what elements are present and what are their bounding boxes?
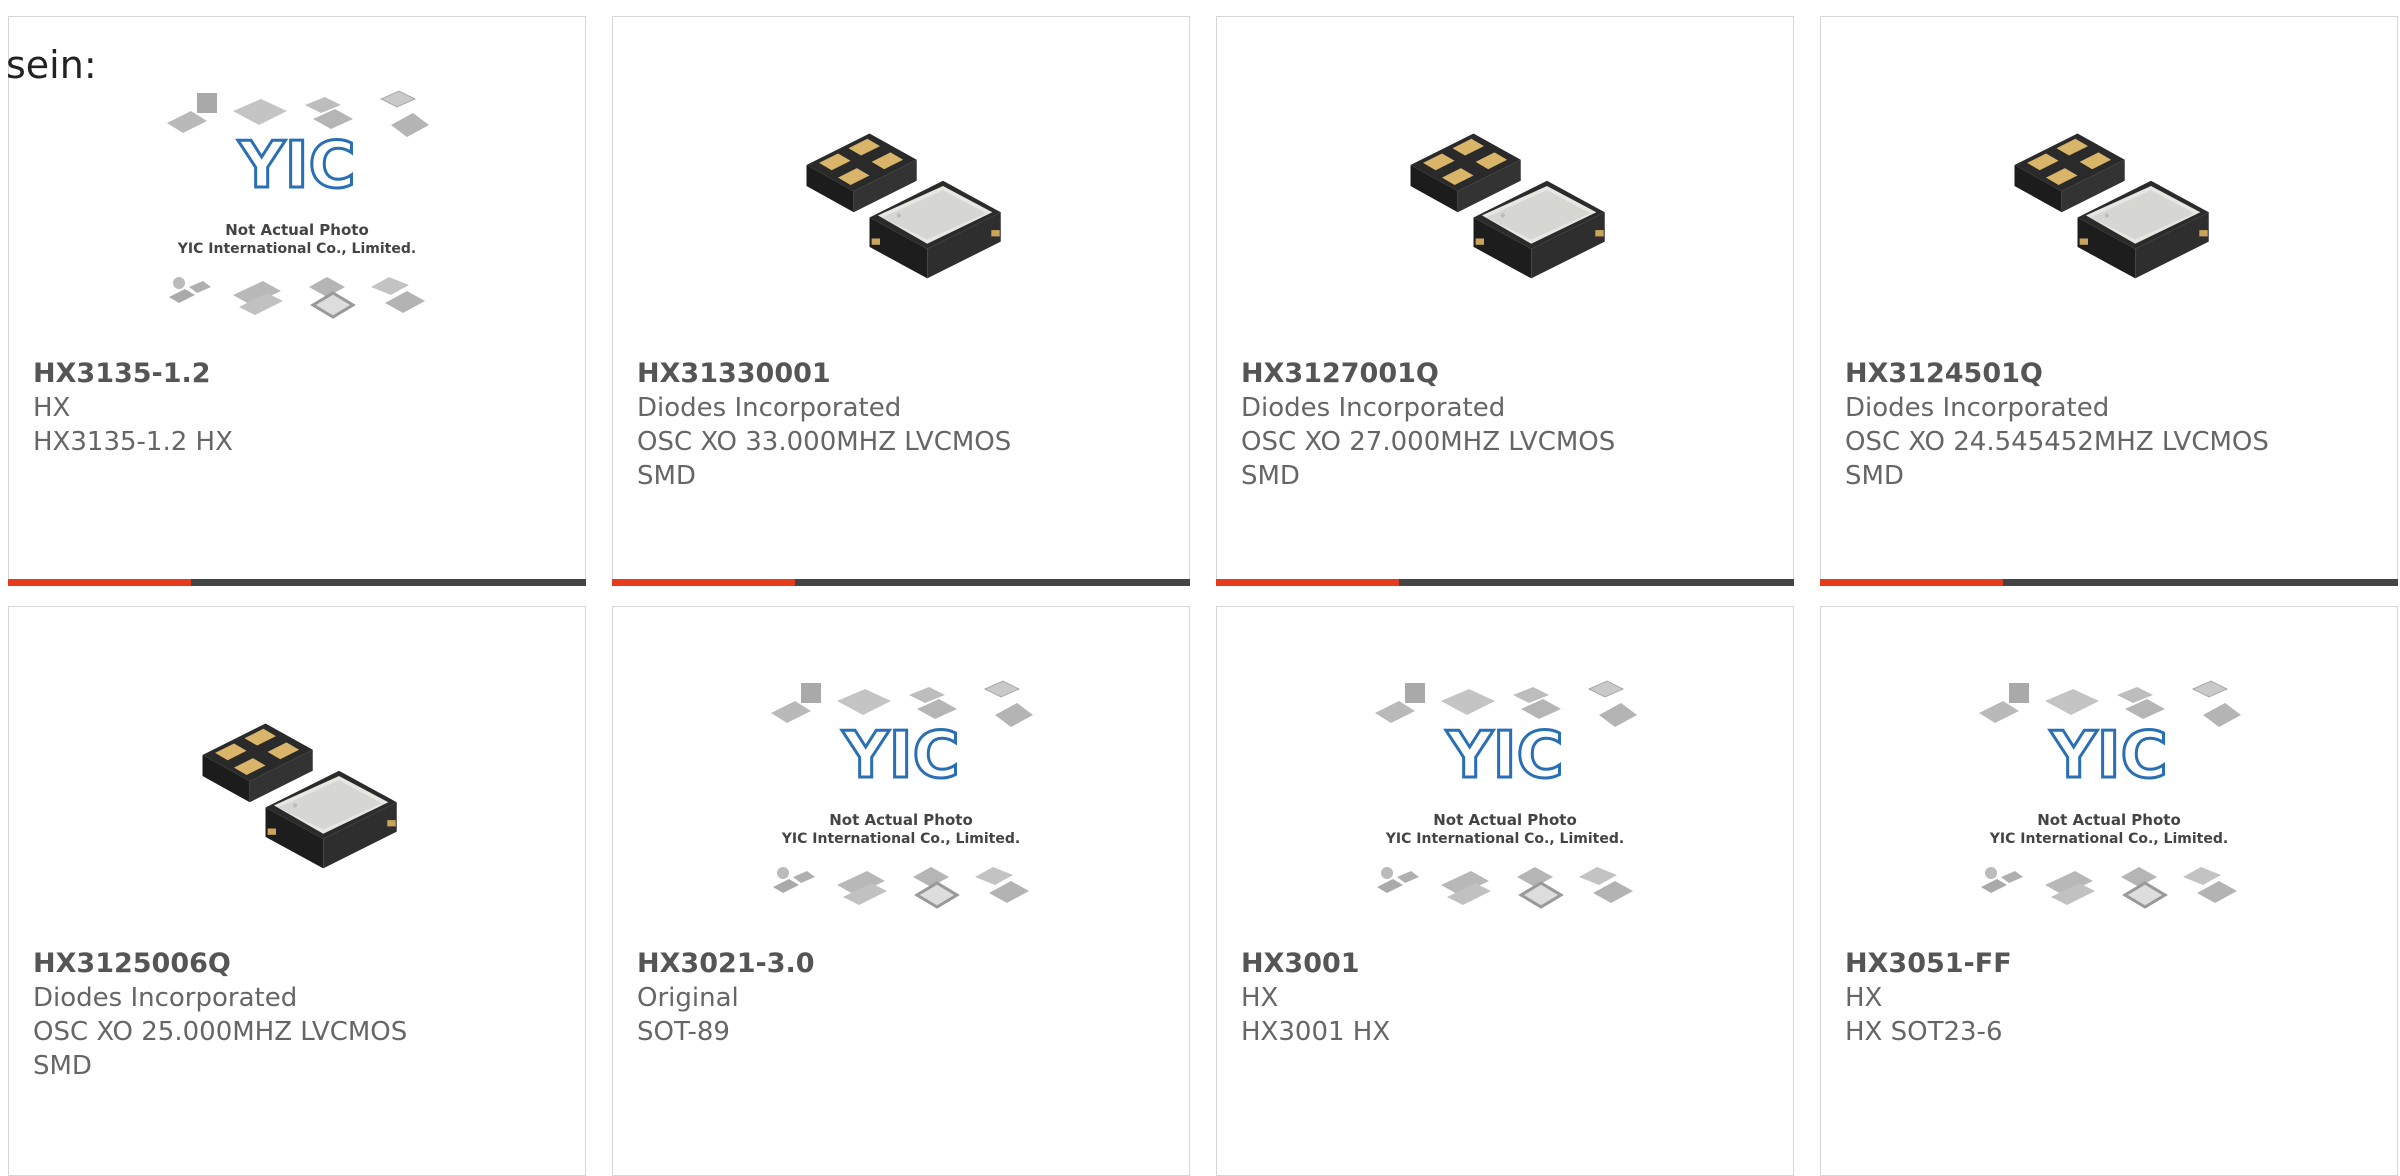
smd-crystal-oscillator-image [806, 133, 1001, 279]
product-info: HX3051-FF HX HX SOT23-6 [1845, 947, 2377, 1049]
product-manufacturer: Diodes Incorporated [33, 983, 298, 1013]
product-info: HX31330001 Diodes Incorporated OSC XO 33.0… [637, 357, 1169, 493]
product-card[interactable]: YIC Not Actual Photo YIC International C… [8, 16, 586, 586]
placeholder-caption-line1: Not Actual Photo [829, 811, 973, 829]
card-hover-bar-accent [1820, 579, 2003, 586]
product-manufacturer: HX [33, 393, 71, 423]
product-manufacturer: Diodes Incorporated [1241, 393, 1506, 423]
product-description: OSC XO 33.000MHZ LVCMOS [637, 427, 1012, 457]
product-thumbnail[interactable] [1217, 87, 1793, 327]
product-info: HX3021-3.0 Original SOT-89 [637, 947, 1169, 1049]
product-part-number[interactable]: HX3127001Q [1241, 357, 1773, 391]
product-info: HX3125006Q Diodes Incorporated OSC XO 25.0… [33, 947, 565, 1083]
product-info: HX3127001Q Diodes Incorporated OSC XO 27.0… [1241, 357, 1773, 493]
placeholder-caption-line1: Not Actual Photo [2037, 811, 2181, 829]
smd-crystal-oscillator-image [202, 723, 397, 869]
card-hover-bar [1820, 579, 2398, 586]
product-description: SMD [1241, 461, 1300, 491]
product-part-number[interactable]: HX3125006Q [33, 947, 565, 981]
product-part-number[interactable]: HX3124501Q [1845, 357, 2377, 391]
placeholder-caption-line1: Not Actual Photo [1433, 811, 1577, 829]
product-description: HX3135-1.2 HX [33, 427, 233, 457]
product-thumbnail[interactable] [613, 87, 1189, 327]
yic-logo: YIC [841, 719, 959, 793]
product-grid: YIC Not Actual Photo YIC International C… [0, 0, 2400, 1176]
product-info: HX3001 HX HX3001 HX [1241, 947, 1773, 1049]
card-hover-bar [8, 579, 586, 586]
product-part-number[interactable]: HX31330001 [637, 357, 1169, 391]
product-part-number[interactable]: HX3021-3.0 [637, 947, 1169, 981]
product-part-number[interactable]: HX3135-1.2 [33, 357, 565, 391]
product-description: OSC XO 24.545452MHZ LVCMOS [1845, 427, 2269, 457]
not-actual-photo-image: YIC Not Actual Photo YIC International C… [771, 680, 1033, 909]
product-part-number[interactable]: HX3051-FF [1845, 947, 2377, 981]
placeholder-caption-line1: Not Actual Photo [225, 221, 369, 239]
product-manufacturer: HX [1845, 983, 1883, 1013]
product-thumbnail[interactable]: YIC Not Actual Photo YIC International C… [1217, 677, 1793, 917]
product-info: HX3135-1.2 HX HX3135-1.2 HX [33, 357, 565, 459]
placeholder-caption-line2: YIC International Co., Limited. [1385, 831, 1624, 847]
product-card[interactable]: YIC Not Actual Photo YIC International C… [612, 606, 1190, 1176]
placeholder-caption-line2: YIC International Co., Limited. [1989, 831, 2228, 847]
product-manufacturer: HX [1241, 983, 1279, 1013]
product-description: HX SOT23-6 [1845, 1017, 2003, 1047]
not-actual-photo-image: YIC Not Actual Photo YIC International C… [1375, 680, 1637, 909]
product-description: SMD [1845, 461, 1904, 491]
card-hover-bar-accent [1216, 579, 1399, 586]
yic-logo: YIC [1445, 719, 1563, 793]
product-card[interactable]: HX3125006Q Diodes Incorporated OSC XO 25.0… [8, 606, 586, 1176]
smd-crystal-oscillator-image [2014, 133, 2209, 279]
product-manufacturer: Original [637, 983, 739, 1013]
product-thumbnail[interactable]: YIC Not Actual Photo YIC International C… [9, 87, 585, 327]
product-card[interactable]: YIC Not Actual Photo YIC International C… [1820, 606, 2398, 1176]
smd-crystal-oscillator-image [1410, 133, 1605, 279]
product-description: SOT-89 [637, 1017, 730, 1047]
product-card[interactable]: HX31330001 Diodes Incorporated OSC XO 33.0… [612, 16, 1190, 586]
product-part-number[interactable]: HX3001 [1241, 947, 1773, 981]
not-actual-photo-image: YIC Not Actual Photo YIC International C… [167, 90, 429, 319]
product-thumbnail[interactable]: YIC Not Actual Photo YIC International C… [613, 677, 1189, 917]
page-prefix-text: sein: [6, 43, 97, 87]
product-thumbnail[interactable] [1821, 87, 2397, 327]
product-info: HX3124501Q Diodes Incorporated OSC XO 24.5… [1845, 357, 2377, 493]
product-card[interactable]: YIC Not Actual Photo YIC International C… [1216, 606, 1794, 1176]
yic-logo: YIC [2049, 719, 2167, 793]
product-thumbnail[interactable] [9, 677, 585, 917]
yic-logo: YIC [237, 129, 355, 203]
card-hover-bar-accent [8, 579, 191, 586]
card-hover-bar [612, 579, 1190, 586]
not-actual-photo-image: YIC Not Actual Photo YIC International C… [1979, 680, 2241, 909]
product-manufacturer: Diodes Incorporated [1845, 393, 2110, 423]
product-thumbnail[interactable]: YIC Not Actual Photo YIC International C… [1821, 677, 2397, 917]
product-description: SMD [33, 1051, 92, 1081]
placeholder-caption-line2: YIC International Co., Limited. [781, 831, 1020, 847]
product-description: HX3001 HX [1241, 1017, 1391, 1047]
product-card[interactable]: HX3124501Q Diodes Incorporated OSC XO 24.5… [1820, 16, 2398, 586]
product-description: OSC XO 25.000MHZ LVCMOS [33, 1017, 408, 1047]
product-description: SMD [637, 461, 696, 491]
placeholder-caption-line2: YIC International Co., Limited. [177, 241, 416, 257]
product-manufacturer: Diodes Incorporated [637, 393, 902, 423]
card-hover-bar-accent [612, 579, 795, 586]
product-description: OSC XO 27.000MHZ LVCMOS [1241, 427, 1616, 457]
card-hover-bar [1216, 579, 1794, 586]
product-card[interactable]: HX3127001Q Diodes Incorporated OSC XO 27.0… [1216, 16, 1794, 586]
